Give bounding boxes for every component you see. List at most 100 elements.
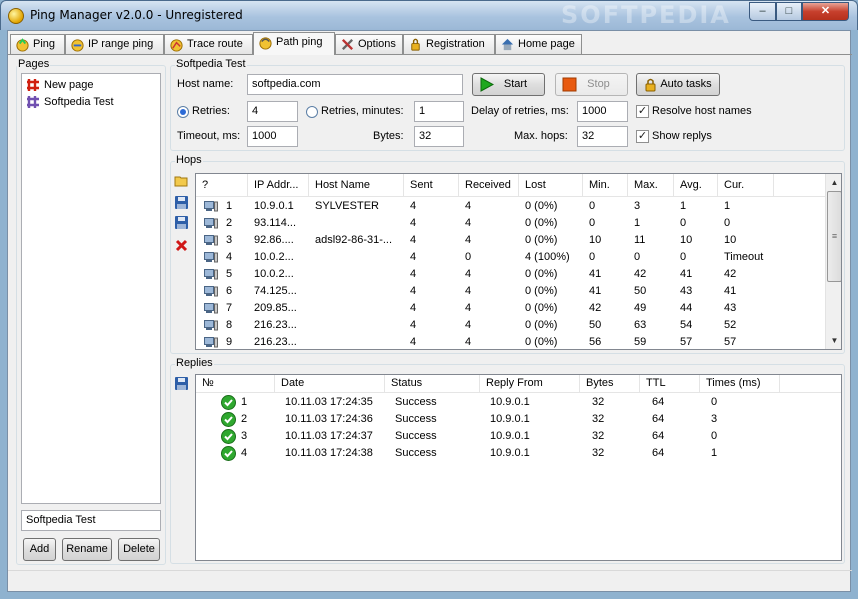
hops-table[interactable]: ? IP Addr... Host Name Sent Received Los…	[195, 173, 842, 350]
hop-row[interactable]: 3 92.86.... adsl92-86-31-... 4 4 0 (0%) 10 11 10…	[196, 232, 825, 249]
hops-col-header[interactable]: Host Name	[309, 174, 404, 196]
page-name-field[interactable]: Softpedia Test	[21, 510, 161, 531]
host-name-input[interactable]: softpedia.com	[247, 74, 463, 95]
retries-minutes-input[interactable]: 1	[414, 101, 464, 122]
save-as-icon[interactable]	[174, 215, 189, 230]
reply-cell: 32	[592, 430, 605, 442]
success-check-icon	[221, 412, 236, 427]
hop-row[interactable]: 1 10.9.0.1 SYLVESTER 4 4 0 (0%) 0 3 1 1	[196, 198, 825, 215]
hop-cell	[315, 266, 401, 283]
hop-cell: 4	[410, 268, 417, 280]
scroll-thumb[interactable]: ≡	[827, 191, 841, 282]
show-replys-checkbox[interactable]: ✓	[636, 130, 649, 143]
replies-col-header[interactable]: Reply From	[480, 375, 580, 392]
tab-trace-route[interactable]: Trace route	[164, 34, 253, 54]
hops-col-header[interactable]: Avg.	[674, 174, 718, 196]
hop-cell: 4	[465, 285, 472, 297]
minimize-button[interactable]: –	[749, 2, 776, 21]
reply-cell: 0	[711, 396, 718, 408]
add-button[interactable]: Add	[23, 538, 56, 561]
hops-col-header[interactable]: ?	[196, 174, 248, 196]
save-replies-icon[interactable]	[174, 376, 189, 391]
reply-cell: 64	[652, 413, 665, 425]
tab-options-label: Options	[358, 38, 396, 50]
delete-button[interactable]: Delete	[118, 538, 160, 561]
reply-cell: 32	[592, 447, 605, 459]
hops-col-header[interactable]: Sent	[404, 174, 459, 196]
start-button[interactable]: Start	[472, 73, 545, 96]
reply-row[interactable]: 2 10.11.03 17:24:36 Success 10.9.0.1 32 64 3	[196, 411, 841, 428]
tab-options[interactable]: Options	[335, 34, 403, 54]
hop-row[interactable]: 8 216.23... 4 4 0 (0%) 50 63 54 52	[196, 317, 825, 334]
replies-table[interactable]: № Date Status Reply From Bytes TTL Times…	[195, 374, 842, 561]
hop-cell: 216.23...	[254, 336, 297, 348]
page-item-softpedia-test[interactable]: Softpedia Test	[26, 94, 114, 110]
rename-button[interactable]: Rename	[62, 538, 112, 561]
delete-icon[interactable]	[174, 238, 189, 253]
stop-button[interactable]: Stop	[555, 73, 628, 96]
replies-col-header[interactable]: TTL	[640, 375, 700, 392]
delay-input[interactable]: 1000	[577, 101, 628, 122]
replies-col-header[interactable]: №	[196, 375, 275, 392]
replies-col-header[interactable]: Status	[385, 375, 480, 392]
hops-col-header[interactable]: IP Addr...	[248, 174, 309, 196]
tab-ping[interactable]: Ping	[10, 34, 65, 54]
hop-cell: 0	[724, 217, 731, 229]
hop-row[interactable]: 6 74.125... 4 4 0 (0%) 41 50 43 41	[196, 283, 825, 300]
close-button[interactable]: ✕	[802, 2, 849, 21]
hop-cell: 44	[680, 302, 693, 314]
maximize-button[interactable]: □	[776, 2, 802, 21]
retries-minutes-radio[interactable]	[306, 106, 318, 118]
hops-col-header[interactable]: Cur.	[718, 174, 774, 196]
success-check-icon	[221, 395, 236, 410]
scroll-down-arrow[interactable]: ▼	[826, 332, 841, 349]
hop-cell: 41	[589, 268, 602, 280]
hop-row[interactable]: 2 93.114... 4 4 0 (0%) 0 1 0 0	[196, 215, 825, 232]
reply-row[interactable]: 4 10.11.03 17:24:38 Success 10.9.0.1 32 64 1	[196, 445, 841, 462]
watermark-text: SOFTPEDIA	[561, 1, 731, 29]
tab-registration[interactable]: Registration	[403, 34, 495, 54]
timeout-input[interactable]: 1000	[247, 126, 298, 147]
scroll-up-arrow[interactable]: ▲	[826, 174, 841, 191]
hops-scrollbar[interactable]: ▲ ≡ ▼	[825, 174, 841, 349]
retries-input[interactable]: 4	[247, 101, 298, 122]
tab-home-page[interactable]: Home page	[495, 34, 582, 54]
reply-row[interactable]: 1 10.11.03 17:24:35 Success 10.9.0.1 32 64 0	[196, 394, 841, 411]
hops-col-header[interactable]: Received	[459, 174, 519, 196]
show-replys-label: Show replys	[652, 130, 712, 142]
hop-cell: adsl92-86-31-...	[315, 234, 393, 246]
retries-radio[interactable]	[177, 106, 189, 118]
reply-cell: 64	[652, 396, 665, 408]
hop-row[interactable]: 5 10.0.2... 4 4 0 (0%) 41 42 41 42	[196, 266, 825, 283]
hops-col-header[interactable]: Max.	[628, 174, 674, 196]
replies-col-header[interactable]: Times (ms)	[700, 375, 780, 392]
hop-cell: 10.0.2...	[254, 251, 294, 263]
page-item-new-page[interactable]: New page	[26, 77, 94, 93]
hop-cell: 43	[724, 302, 737, 314]
replies-col-header[interactable]: Bytes	[580, 375, 640, 392]
save-icon[interactable]	[174, 195, 189, 210]
computer-icon	[204, 337, 218, 348]
hop-row[interactable]: 7 209.85... 4 4 0 (0%) 42 49 44 43	[196, 300, 825, 317]
pages-list[interactable]: New page Softpedia Test	[21, 73, 161, 504]
replies-col-header[interactable]: Date	[275, 375, 385, 392]
hop-row[interactable]: 9 216.23... 4 4 0 (0%) 56 59 57 57	[196, 334, 825, 349]
reply-row[interactable]: 3 10.11.03 17:24:37 Success 10.9.0.1 32 64 0	[196, 428, 841, 445]
success-check-icon	[221, 446, 236, 461]
hops-col-header[interactable]: Min.	[583, 174, 628, 196]
hop-row[interactable]: 4 10.0.2... 4 0 4 (100%) 0 0 0 Timeout	[196, 249, 825, 266]
title-bar[interactable]: Ping Manager v2.0.0 - Unregistered SOFTP…	[0, 0, 858, 30]
resolve-host-names-checkbox[interactable]: ✓	[636, 105, 649, 118]
hop-cell: 8	[226, 319, 233, 331]
max-hops-input[interactable]: 32	[577, 126, 628, 147]
bytes-input[interactable]: 32	[414, 126, 464, 147]
tab-path-ping[interactable]: Path ping	[253, 32, 335, 55]
open-folder-icon[interactable]	[174, 173, 189, 188]
reply-cell: Success	[395, 447, 437, 459]
hop-cell: 4	[465, 302, 472, 314]
hop-cell: 0 (0%)	[525, 217, 558, 229]
hop-cell: 4	[465, 234, 472, 246]
tab-ip-range-ping[interactable]: IP range ping	[65, 34, 164, 54]
hops-col-header[interactable]: Lost	[519, 174, 583, 196]
auto-tasks-button[interactable]: Auto tasks	[636, 73, 720, 96]
